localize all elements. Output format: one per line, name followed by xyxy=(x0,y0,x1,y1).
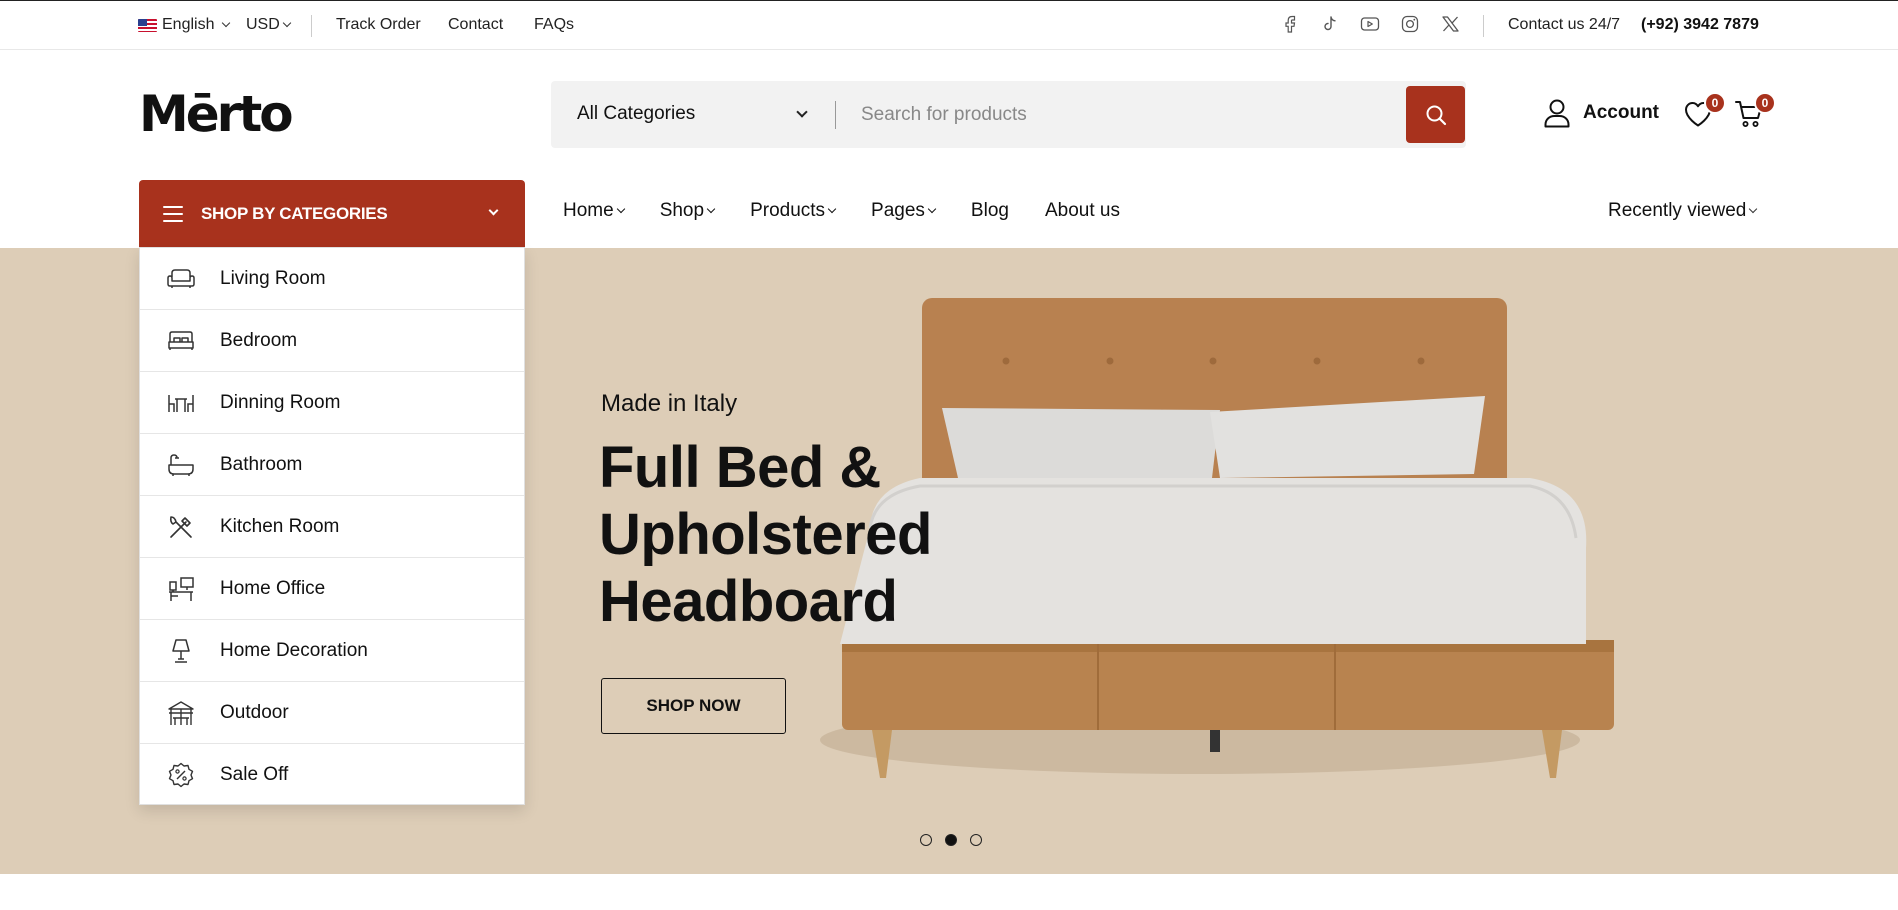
bathtub-icon xyxy=(167,451,195,479)
search-input[interactable] xyxy=(851,95,1401,135)
us-flag-icon xyxy=(138,18,157,32)
divider xyxy=(311,15,312,37)
nav-item-about-us[interactable]: About us xyxy=(1045,200,1120,222)
menu-icon xyxy=(163,205,183,222)
language-label: English xyxy=(162,16,215,33)
category-label: Bedroom xyxy=(220,329,298,351)
chevron-down-icon xyxy=(1749,204,1758,214)
hero-title-line: Upholstered xyxy=(599,502,932,567)
category-item-home-office[interactable]: Home Office xyxy=(140,558,524,620)
category-label: Sale Off xyxy=(220,764,289,785)
sofa-icon xyxy=(167,265,195,293)
category-select[interactable]: All Categories xyxy=(577,103,695,125)
account-link[interactable]: Account xyxy=(1543,98,1659,128)
category-item-home-decoration[interactable]: Home Decoration xyxy=(140,620,524,682)
site-logo[interactable]: Mērto xyxy=(139,86,294,142)
chevron-down-icon xyxy=(706,204,716,214)
slider-pagination xyxy=(920,834,982,846)
tiktok-icon[interactable] xyxy=(1320,14,1340,34)
shop-by-categories-button[interactable]: SHOP BY CATEGORIES xyxy=(139,180,525,247)
search-icon xyxy=(1426,105,1446,125)
track-order-link[interactable]: Track Order xyxy=(336,16,421,34)
top-bar: English USD Track Order Contact FAQs Con… xyxy=(0,0,1898,50)
nav-label: Home xyxy=(563,200,614,221)
nav-item-blog[interactable]: Blog xyxy=(971,200,1009,222)
currency-selector[interactable]: USD xyxy=(246,16,292,34)
category-label: Bathroom xyxy=(220,453,303,475)
category-label: Home Decoration xyxy=(220,639,368,661)
language-selector[interactable]: English xyxy=(138,16,231,34)
contact-label: Contact us 24/7 xyxy=(1508,16,1621,33)
phone-number[interactable]: (+92) 3942 7879 xyxy=(1641,16,1759,34)
hero-subtitle: Made in Italy xyxy=(601,390,738,417)
nav-item-products[interactable]: Products xyxy=(750,200,837,222)
office-desk-icon xyxy=(167,575,195,603)
social-links xyxy=(1280,14,1460,34)
category-item-living-room[interactable]: Living Room xyxy=(140,248,524,310)
chevron-down-icon xyxy=(488,205,499,216)
nav-label: Products xyxy=(750,200,826,221)
nav-item-pages[interactable]: Pages xyxy=(871,200,937,222)
slider-dot[interactable] xyxy=(920,834,932,846)
category-item-dining-room[interactable]: Dinning Room xyxy=(140,372,524,434)
divider xyxy=(835,101,836,129)
chevron-down-icon xyxy=(222,18,231,28)
instagram-icon[interactable] xyxy=(1400,14,1420,34)
nav-label: Pages xyxy=(871,200,925,221)
category-item-bathroom[interactable]: Bathroom xyxy=(140,434,524,496)
search-bar: All Categories xyxy=(551,81,1466,148)
hero-title: Full Bed & Upholstered Headboard xyxy=(599,434,932,635)
chevron-down-icon xyxy=(827,204,837,214)
category-item-bedroom[interactable]: Bedroom xyxy=(140,310,524,372)
search-button[interactable] xyxy=(1406,86,1465,143)
facebook-icon[interactable] xyxy=(1280,14,1300,34)
category-item-kitchen-room[interactable]: Kitchen Room xyxy=(140,496,524,558)
wishlist-count-badge: 0 xyxy=(1704,92,1726,114)
bed-icon xyxy=(167,327,195,355)
contact-link[interactable]: Contact xyxy=(448,16,503,34)
account-label: Account xyxy=(1583,102,1659,123)
faqs-link[interactable]: FAQs xyxy=(534,16,574,34)
chevron-down-icon xyxy=(282,18,292,28)
currency-label: USD xyxy=(246,16,280,33)
category-item-sale-off[interactable]: Sale Off xyxy=(140,744,524,806)
hero-title-line: Full Bed & xyxy=(599,435,881,500)
lamp-icon xyxy=(167,637,195,665)
category-item-outdoor[interactable]: Outdoor xyxy=(140,682,524,744)
nav-label: About us xyxy=(1044,200,1120,221)
cart-count-badge: 0 xyxy=(1754,92,1776,114)
slider-dot-active[interactable] xyxy=(945,834,957,846)
categories-button-label: SHOP BY CATEGORIES xyxy=(201,203,388,223)
chevron-down-icon xyxy=(927,204,937,214)
category-label: Living Room xyxy=(220,267,326,289)
recently-viewed-label: Recently viewed xyxy=(1608,200,1747,221)
divider xyxy=(1483,15,1484,37)
percent-badge-icon xyxy=(167,761,195,789)
slider-dot[interactable] xyxy=(970,834,982,846)
category-label: Outdoor xyxy=(220,701,289,723)
shop-now-button[interactable]: SHOP NOW xyxy=(601,678,786,734)
dining-table-icon xyxy=(167,389,195,417)
hero-title-line: Headboard xyxy=(599,569,898,634)
category-dropdown-panel: Living Room Bedroom Dinning Room Bathroo… xyxy=(139,247,525,805)
nav-label: Shop xyxy=(659,200,705,221)
nav-label: Blog xyxy=(970,200,1009,221)
user-icon xyxy=(1544,99,1570,128)
recently-viewed-dropdown[interactable]: Recently viewed xyxy=(1608,200,1758,222)
category-label: Home Office xyxy=(220,577,326,599)
category-label: Kitchen Room xyxy=(220,515,340,537)
main-nav: Home Shop Products Pages Blog About us xyxy=(563,200,1156,222)
utensils-icon xyxy=(167,513,195,541)
nav-item-home[interactable]: Home xyxy=(563,200,625,222)
x-icon[interactable] xyxy=(1440,14,1460,34)
gazebo-icon xyxy=(167,699,195,727)
chevron-down-icon xyxy=(616,204,625,214)
chevron-down-icon[interactable] xyxy=(796,106,808,118)
nav-item-shop[interactable]: Shop xyxy=(659,200,716,222)
category-label: Dinning Room xyxy=(220,391,341,413)
youtube-icon[interactable] xyxy=(1360,14,1380,34)
